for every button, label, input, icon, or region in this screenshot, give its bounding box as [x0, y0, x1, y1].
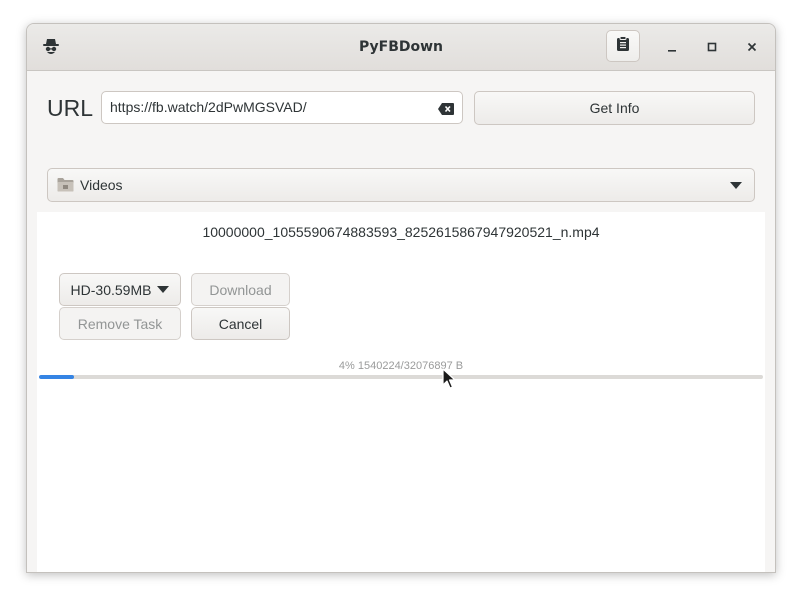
title-bar[interactable]: PyFBDown [27, 24, 775, 71]
download-button[interactable]: Download [191, 273, 290, 306]
mouse-pointer-icon [442, 368, 456, 390]
clipboard-paste-button[interactable] [606, 30, 640, 62]
maximize-icon [707, 37, 717, 56]
backspace-clear-icon[interactable] [437, 101, 455, 115]
progress-bar-fill [39, 375, 74, 379]
app-window: PyFBDown URL https://fb.watch/2dPwMGSVAD… [26, 23, 776, 573]
maximize-button[interactable] [698, 32, 726, 60]
clipboard-icon [616, 36, 630, 56]
task-filename: 10000000_1055590674883593_82526158679479… [202, 224, 600, 240]
folder-select-value: Videos [80, 177, 123, 193]
spy-hat-icon [41, 37, 61, 57]
folder-icon [57, 177, 74, 192]
close-icon [747, 37, 757, 56]
quality-dropdown[interactable]: HD-30.59MB [59, 273, 181, 306]
chevron-down-icon [157, 286, 170, 293]
get-info-button[interactable]: Get Info [474, 91, 755, 125]
progress-text: 4% 1540224/32076897 B [338, 360, 464, 372]
close-button[interactable] [738, 32, 766, 60]
url-label: URL [47, 95, 94, 121]
minimize-button[interactable] [658, 32, 686, 60]
quality-dropdown-value: HD-30.59MB [70, 281, 152, 298]
task-panel: 10000000_1055590674883593_82526158679479… [37, 212, 765, 572]
chevron-down-icon [730, 182, 742, 189]
cancel-button[interactable]: Cancel [191, 307, 290, 340]
url-input[interactable]: https://fb.watch/2dPwMGSVAD/ [101, 91, 463, 124]
remove-task-button[interactable]: Remove Task [59, 307, 181, 340]
minimize-icon [667, 37, 677, 56]
url-input-value: https://fb.watch/2dPwMGSVAD/ [110, 99, 307, 115]
folder-select[interactable]: Videos [47, 168, 755, 202]
progress-bar [39, 375, 763, 379]
main-content: URL https://fb.watch/2dPwMGSVAD/ Get Inf… [27, 71, 775, 572]
